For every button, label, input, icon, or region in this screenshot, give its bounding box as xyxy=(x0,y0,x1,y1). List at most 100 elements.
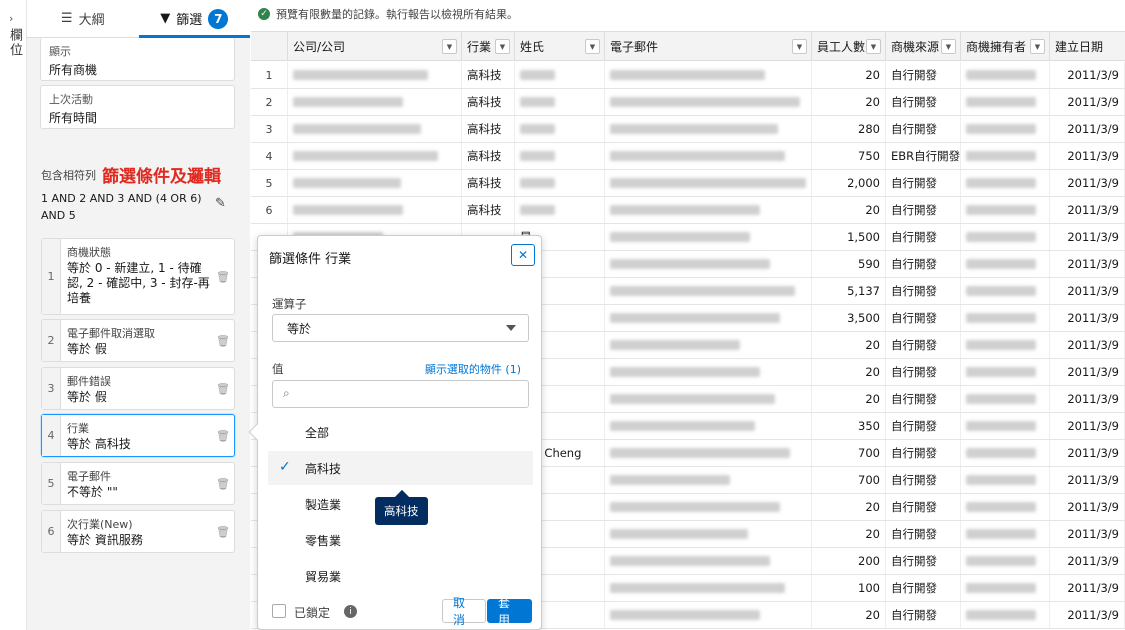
fields-panel-rail[interactable]: › 欄位 xyxy=(0,0,27,630)
company-cell xyxy=(288,89,462,115)
column-menu-chevron-icon[interactable]: ▼ xyxy=(442,39,457,54)
chevron-right-icon[interactable]: › xyxy=(9,12,13,25)
owner-cell xyxy=(961,332,1050,358)
delete-trash-icon[interactable]: 🗑 xyxy=(216,270,230,283)
column-header-last-name[interactable]: 姓氏 ▼ xyxy=(515,32,605,61)
filter-detail: 等於 高科技 xyxy=(67,437,131,451)
option-all[interactable]: 全部 xyxy=(268,415,533,449)
show-selected-link[interactable]: 顯示選取的物件 (1) xyxy=(425,361,521,377)
column-header-lead-source[interactable]: 商機來源 ▼ xyxy=(886,32,961,61)
column-menu-chevron-icon[interactable]: ▼ xyxy=(495,39,510,54)
column-header-created-date[interactable]: 建立日期 xyxy=(1050,32,1125,61)
redacted-value xyxy=(610,286,795,296)
filter-item-6[interactable]: 6 次行業(New) 等於 資訊服務 🗑 xyxy=(41,510,235,553)
redacted-value xyxy=(966,502,1036,512)
delete-trash-icon[interactable]: 🗑 xyxy=(216,334,230,347)
row-number-cell: 5 xyxy=(251,170,288,196)
email-cell xyxy=(605,467,812,493)
column-header-company[interactable]: 公司/公司 ▼ xyxy=(288,32,462,61)
option-retail[interactable]: 零售業 xyxy=(268,523,533,557)
close-icon[interactable]: ✕ xyxy=(511,244,535,266)
column-menu-chevron-icon[interactable]: ▼ xyxy=(792,39,807,54)
column-header-label: 建立日期 xyxy=(1055,40,1104,54)
redacted-value xyxy=(610,367,760,377)
delete-trash-icon[interactable]: 🗑 xyxy=(216,382,230,395)
owner-cell xyxy=(961,548,1050,574)
redacted-value xyxy=(293,70,428,80)
delete-trash-icon[interactable]: 🗑 xyxy=(216,477,230,490)
column-header-employees[interactable]: 員工人數 ▼ xyxy=(812,32,886,61)
column-menu-chevron-icon[interactable]: ▼ xyxy=(941,39,956,54)
industry-cell: 高科技 xyxy=(462,143,515,169)
redacted-value xyxy=(520,151,555,161)
lead-source-cell: 自行開發 xyxy=(886,548,961,574)
column-header-email[interactable]: 電子郵件 ▼ xyxy=(605,32,812,61)
industry-cell-text: 高科技 xyxy=(467,122,502,136)
employees-cell-text: 700 xyxy=(858,446,880,460)
row-number-cell: 6 xyxy=(251,197,288,223)
industry-cell-text: 高科技 xyxy=(467,95,502,109)
created-date-cell-text: 2011/3/9 xyxy=(1067,203,1119,217)
employees-cell: 20 xyxy=(812,602,886,628)
table-row[interactable]: 2 高科技 20 自行開發 2011/3/9 xyxy=(251,89,1125,116)
filter-number: 5 xyxy=(42,463,61,504)
created-date-cell: 2011/3/9 xyxy=(1050,305,1125,331)
show-filter-value: 所有商機 xyxy=(49,63,98,77)
table-row[interactable]: 1 高科技 20 自行開發 2011/3/9 xyxy=(251,62,1125,89)
employees-cell: 750 xyxy=(812,143,886,169)
info-icon[interactable]: i xyxy=(344,605,357,618)
table-row[interactable]: 3 高科技 280 自行開發 2011/3/9 xyxy=(251,116,1125,143)
column-menu-chevron-icon[interactable]: ▼ xyxy=(585,39,600,54)
lead-source-cell: 自行開發 xyxy=(886,170,961,196)
filter-item-4[interactable]: 4 行業 等於 高科技 🗑 xyxy=(41,414,235,457)
redacted-value xyxy=(966,421,1036,431)
redacted-value xyxy=(966,286,1036,296)
column-header-owner[interactable]: 商機擁有者 ▼ xyxy=(961,32,1050,61)
employees-cell: 1,500 xyxy=(812,224,886,250)
last-activity-filter[interactable]: 上次活動 所有時間 xyxy=(40,85,235,129)
show-filter[interactable]: 顯示 所有商機 xyxy=(40,38,235,81)
column-header-industry[interactable]: 行業 ▼ xyxy=(462,32,515,61)
column-header-label: 行業 xyxy=(467,40,492,54)
lead-source-cell: 自行開發 xyxy=(886,413,961,439)
filter-number: 3 xyxy=(42,368,61,409)
last-name-cell xyxy=(515,89,605,115)
table-row[interactable]: 4 高科技 750 EBR自行開發 2011/3/9 xyxy=(251,143,1125,170)
owner-cell xyxy=(961,62,1050,88)
redacted-value xyxy=(610,232,750,242)
tab-outline[interactable]: ☰ 大綱 xyxy=(27,0,139,38)
apply-button[interactable]: 套用 xyxy=(487,596,532,627)
tab-filters[interactable]: ▼ 篩選 7 xyxy=(138,0,251,38)
locked-checkbox[interactable] xyxy=(272,604,286,618)
delete-trash-icon[interactable]: 🗑 xyxy=(216,525,230,538)
table-row[interactable]: 6 高科技 20 自行開發 2011/3/9 xyxy=(251,197,1125,224)
filter-item-2[interactable]: 2 電子郵件取消選取 等於 假 🗑 xyxy=(41,319,235,362)
popover-title: 篩選條件 行業 xyxy=(269,252,352,267)
operator-select[interactable]: 等於 xyxy=(272,314,529,342)
cancel-button[interactable]: 取消 xyxy=(442,596,486,627)
column-menu-chevron-icon[interactable]: ▼ xyxy=(866,39,881,54)
employees-cell-text: 20 xyxy=(865,527,880,541)
option-trade[interactable]: 貿易業 xyxy=(268,559,533,593)
column-menu-chevron-icon[interactable]: ▼ xyxy=(1030,39,1045,54)
edit-logic-pencil-icon[interactable]: ✎ xyxy=(215,196,226,211)
redacted-value xyxy=(966,70,1036,80)
filter-item-1[interactable]: 1 商機狀態 等於 0 - 新建立, 1 - 待確認, 2 - 確認中, 3 -… xyxy=(41,238,235,315)
created-date-cell-text: 2011/3/9 xyxy=(1067,230,1119,244)
lead-source-cell-text: 自行開發 xyxy=(891,176,937,190)
industry-cell: 高科技 xyxy=(462,116,515,142)
filter-item-3[interactable]: 3 郵件錯誤 等於 假 🗑 xyxy=(41,367,235,410)
employees-cell: 20 xyxy=(812,197,886,223)
lead-source-cell-text: 自行開發 xyxy=(891,311,937,325)
delete-trash-icon[interactable]: 🗑 xyxy=(216,429,230,442)
lead-source-cell-text: EBR自行開發 xyxy=(891,149,961,163)
last-name-cell xyxy=(515,143,605,169)
value-search-input[interactable]: ⌕ xyxy=(272,380,529,408)
email-cell xyxy=(605,548,812,574)
table-row[interactable]: 5 高科技 2,000 自行開發 2011/3/9 xyxy=(251,170,1125,197)
option-high-tech[interactable]: ✓ 高科技 xyxy=(268,451,533,485)
lead-source-cell: 自行開發 xyxy=(886,494,961,520)
owner-cell xyxy=(961,278,1050,304)
employees-cell-text: 200 xyxy=(858,554,880,568)
filter-item-5[interactable]: 5 電子郵件 不等於 "" 🗑 xyxy=(41,462,235,505)
